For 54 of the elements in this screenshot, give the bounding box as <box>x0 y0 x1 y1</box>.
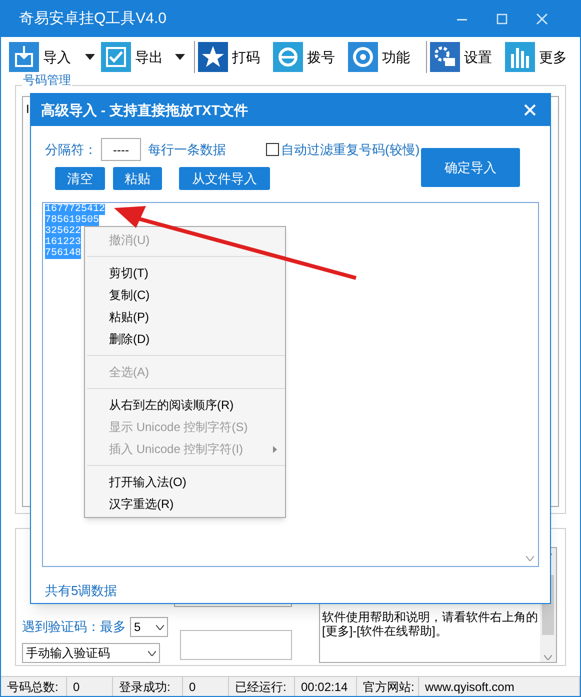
chevron-icon <box>156 624 164 630</box>
chevron-icon <box>148 650 156 656</box>
group-title: 号码管理 <box>22 73 72 87</box>
dialog-title: 高级导入 - 支持直接拖放TXT文件 <box>41 100 249 120</box>
status-label: 官方网站: <box>357 677 419 696</box>
close-icon <box>524 104 536 116</box>
toolbar-button[interactable]: 设置 <box>430 39 505 75</box>
help-text: 软件使用帮助和说明，请看软件右上角的[更多]-[软件在线帮助]。 <box>322 610 538 638</box>
separator-field[interactable]: ---- <box>101 138 141 161</box>
menu-item[interactable]: 删除(D) <box>85 328 285 350</box>
hint-text: 每行一条数据 <box>148 140 226 159</box>
input-field[interactable] <box>180 630 292 660</box>
count-text: 共有5调数据 <box>45 582 118 600</box>
bar-chart-icon <box>505 42 535 72</box>
menu-item[interactable]: 复制(C) <box>85 284 285 306</box>
confirm-import-button[interactable]: 确定导入 <box>421 148 520 187</box>
chevron-down-icon <box>526 556 534 561</box>
toolbar-button[interactable]: 打码 <box>198 39 273 75</box>
window-title: 奇易安卓挂Q工具V4.0 <box>19 8 168 29</box>
count-dropdown[interactable]: 5 <box>130 617 168 637</box>
toolbar-button[interactable]: 导入 <box>9 39 101 75</box>
checkbox-icon <box>101 42 131 72</box>
filter-checkbox[interactable]: 自动过滤重复号码(较慢) <box>266 140 420 160</box>
caret-icon <box>85 54 95 60</box>
toolbar-button[interactable]: 更多 <box>505 39 575 75</box>
submenu-arrow-icon <box>273 446 277 452</box>
status-label: 号码总数: <box>1 677 67 696</box>
status-label: 已经运行: <box>229 677 295 696</box>
status-value: 00:02:14 <box>295 677 357 696</box>
menu-item[interactable]: 粘贴(P) <box>85 306 285 328</box>
dialog-button[interactable]: 从文件导入 <box>179 167 270 190</box>
dialog-button[interactable]: 粘贴 <box>113 167 162 190</box>
toolbar-button[interactable]: 拨号 <box>273 39 348 75</box>
menu-item[interactable]: 剪切(T) <box>85 262 285 284</box>
status-value: 0 <box>183 677 229 696</box>
toolbar-button[interactable]: 功能 <box>348 39 423 75</box>
separator-label: 分隔符： <box>45 140 97 159</box>
menu-item[interactable]: 汉字重选(R) <box>85 493 285 515</box>
status-label: 登录成功: <box>113 677 183 696</box>
status-value: www.qyisoft.com <box>419 677 580 696</box>
dialog-button[interactable]: 清空 <box>55 167 105 190</box>
close-icon <box>536 13 548 25</box>
chevron-down-icon <box>544 655 552 660</box>
captcha-label: 遇到验证码：最多 <box>22 618 126 636</box>
mode-dropdown[interactable]: 手动输入验证码 <box>22 643 160 663</box>
menu-item[interactable]: 从右到左的阅读顺序(R) <box>85 394 285 416</box>
checkbox-box[interactable] <box>266 143 279 156</box>
column-header: I <box>25 102 30 116</box>
status-value: 0 <box>67 677 113 696</box>
toolbar-button[interactable]: 导出 <box>101 39 191 75</box>
caret-icon <box>175 54 185 60</box>
import-icon <box>9 42 39 72</box>
menu-item[interactable]: 打开输入法(O) <box>85 471 285 493</box>
maximize-icon <box>496 13 508 25</box>
